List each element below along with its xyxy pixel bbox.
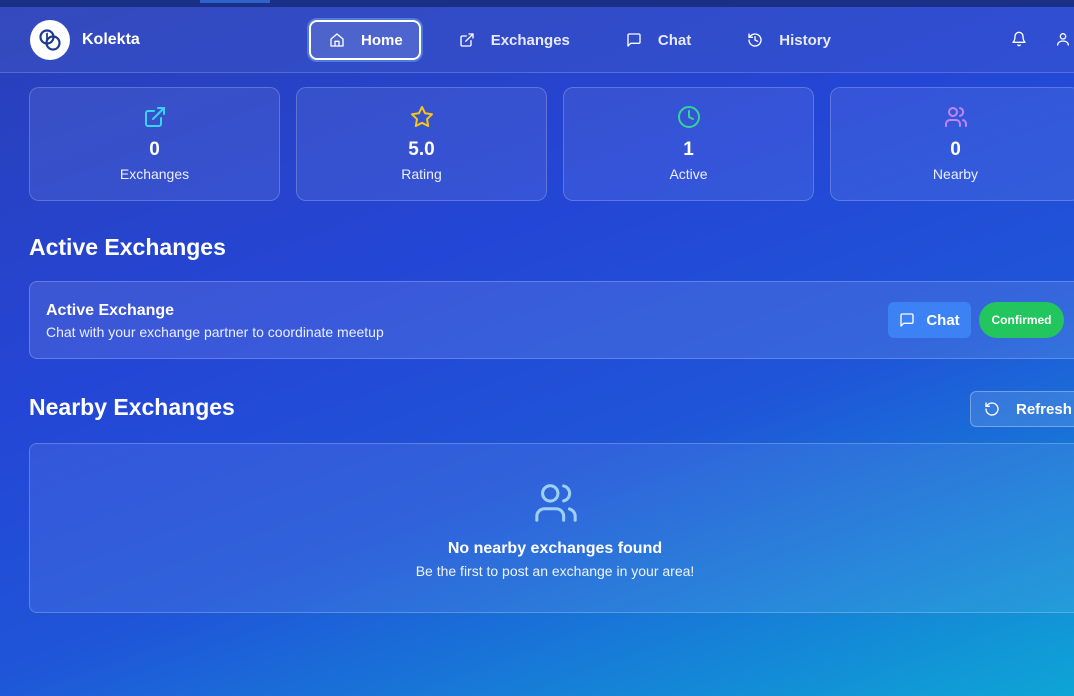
refresh-button[interactable]: Refresh — [970, 391, 1074, 427]
stat-card-rating: 5.0 Rating — [296, 87, 547, 201]
brand[interactable]: Kolekta — [30, 20, 140, 60]
empty-state-subtitle: Be the first to post an exchange in your… — [415, 563, 695, 579]
nav-chat[interactable]: Chat — [626, 20, 691, 60]
empty-state-title: No nearby exchanges found — [447, 540, 663, 557]
nav-home[interactable]: Home — [309, 20, 421, 60]
user-icon[interactable] — [1055, 31, 1071, 52]
stat-label: Nearby — [932, 166, 979, 182]
stat-value: 5.0 — [408, 139, 435, 160]
history-icon — [748, 33, 762, 47]
message-square-icon — [900, 313, 914, 327]
chat-button-label: Chat — [926, 311, 960, 329]
navbar: Kolekta Home Exchanges Chat History — [0, 7, 1074, 73]
browser-top-strip — [0, 0, 1074, 7]
chat-button[interactable]: Chat — [888, 302, 971, 338]
bell-icon[interactable] — [1011, 31, 1027, 52]
nav-chat-label: Chat — [657, 31, 692, 49]
star-icon — [410, 106, 433, 127]
nav-history[interactable]: History — [747, 20, 831, 60]
external-link-icon — [460, 33, 474, 47]
message-square-icon — [627, 33, 641, 47]
top-strip-segment — [200, 0, 270, 3]
external-link-icon — [144, 107, 165, 127]
stat-value: 1 — [683, 139, 694, 160]
stat-card-active: 1 Active — [563, 87, 814, 201]
stat-card-exchanges: 0 Exchanges — [29, 87, 280, 201]
users-icon — [944, 107, 967, 127]
active-exchange-subtitle: Chat with your exchange partner to coord… — [46, 324, 384, 340]
refresh-icon — [985, 402, 999, 416]
active-exchange-title: Active Exchange — [46, 302, 175, 319]
nav-home-label: Home — [361, 31, 403, 49]
nearby-exchanges-heading: Nearby Exchanges — [29, 394, 235, 420]
stat-label: Exchanges — [119, 166, 190, 182]
active-exchange-card: Active Exchange Chat with your exchange … — [29, 281, 1074, 359]
stat-value: 0 — [950, 139, 961, 160]
nav-exchanges[interactable]: Exchanges — [459, 20, 570, 60]
stat-value: 0 — [149, 139, 160, 160]
stat-card-nearby: 0 Nearby — [830, 87, 1074, 201]
stat-label: Active — [669, 166, 708, 182]
brand-name: Kolekta — [82, 31, 140, 48]
home-icon — [330, 33, 344, 47]
main-nav: Home Exchanges Chat History — [309, 20, 831, 60]
kolekta-logo-icon — [30, 20, 70, 60]
users-icon — [535, 484, 577, 522]
refresh-button-label: Refresh — [1016, 400, 1072, 418]
nav-history-label: History — [779, 31, 831, 49]
nearby-empty-state: No nearby exchanges found Be the first t… — [29, 443, 1074, 613]
nav-exchanges-label: Exchanges — [490, 31, 570, 49]
active-exchanges-heading: Active Exchanges — [29, 234, 226, 260]
status-badge: Confirmed — [979, 302, 1064, 338]
stat-label: Rating — [401, 166, 442, 182]
clock-icon — [677, 106, 700, 128]
stats-row: 0 Exchanges 5.0 Rating 1 Active 0 Nearby — [29, 87, 1074, 201]
